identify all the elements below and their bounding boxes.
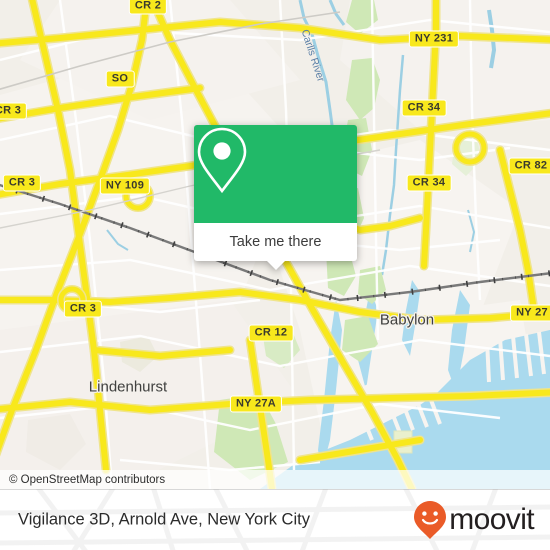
road-shield: CR 2 bbox=[128, 0, 168, 15]
osm-attribution-text: © OpenStreetMap contributors bbox=[9, 473, 166, 486]
attribution-bar: © OpenStreetMap contributors bbox=[0, 470, 550, 489]
road-shield: CR 3 bbox=[2, 174, 42, 192]
road-shield: NY 27A bbox=[229, 395, 283, 413]
footer-bar: Vigilance 3D, Arnold Ave, New York City … bbox=[0, 489, 550, 550]
road-shield: NY 27 bbox=[510, 304, 550, 322]
popup-footer[interactable]: Take me there bbox=[194, 223, 357, 270]
map-canvas[interactable]: CR 2 NY 231 SO CR 34 CR 3 CR 82 CR 3 NY … bbox=[0, 0, 550, 489]
moovit-wordmark: moovit bbox=[449, 502, 534, 536]
popup-header bbox=[194, 125, 357, 223]
place-label: Lindenhurst bbox=[88, 378, 168, 396]
road-shield: CR 12 bbox=[248, 324, 294, 342]
map-pin-icon bbox=[197, 127, 247, 194]
road-shield: NY 109 bbox=[99, 177, 151, 195]
location-title: Vigilance 3D, Arnold Ave, New York City bbox=[18, 510, 310, 528]
place-label: Babylon bbox=[379, 311, 435, 329]
road-shield: CR 34 bbox=[406, 174, 452, 192]
road-shield: NY 231 bbox=[408, 30, 460, 48]
take-me-there-label: Take me there bbox=[229, 234, 322, 250]
map-screenshot: CR 2 NY 231 SO CR 34 CR 3 CR 82 CR 3 NY … bbox=[0, 0, 550, 550]
moovit-smiley-pin-icon bbox=[414, 500, 447, 539]
moovit-brand[interactable]: moovit bbox=[413, 500, 535, 540]
road-shield: SO bbox=[105, 70, 135, 88]
road-shield: CR 3 bbox=[0, 102, 28, 120]
location-popup[interactable]: Take me there bbox=[194, 125, 357, 270]
road-shield: CR 34 bbox=[401, 99, 447, 117]
road-shield: CR 3 bbox=[63, 300, 103, 318]
road-shield: CR 82 bbox=[508, 157, 550, 175]
popup-pointer bbox=[266, 261, 285, 270]
